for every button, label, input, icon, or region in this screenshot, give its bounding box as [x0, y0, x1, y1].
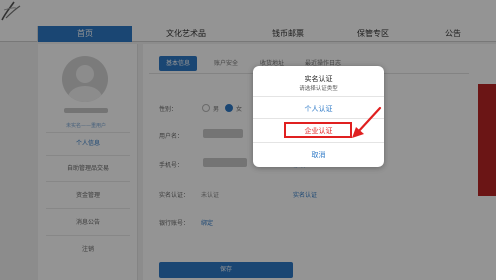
dialog-title: 实名认证 — [304, 75, 333, 83]
verification-type-dialog: 实名认证 请选择认证类型 个人认证 企业认证 取消 — [253, 66, 384, 167]
cancel-option[interactable]: 取消 — [253, 150, 384, 160]
dialog-divider — [253, 118, 384, 119]
company-verification-option[interactable]: 企业认证 — [253, 126, 384, 136]
modal-backdrop[interactable] — [0, 0, 496, 280]
personal-verification-option[interactable]: 个人认证 — [253, 104, 384, 114]
dialog-subtitle: 请选择认证类型 — [299, 86, 338, 92]
dialog-divider — [253, 142, 384, 143]
dialog-divider — [253, 96, 384, 97]
